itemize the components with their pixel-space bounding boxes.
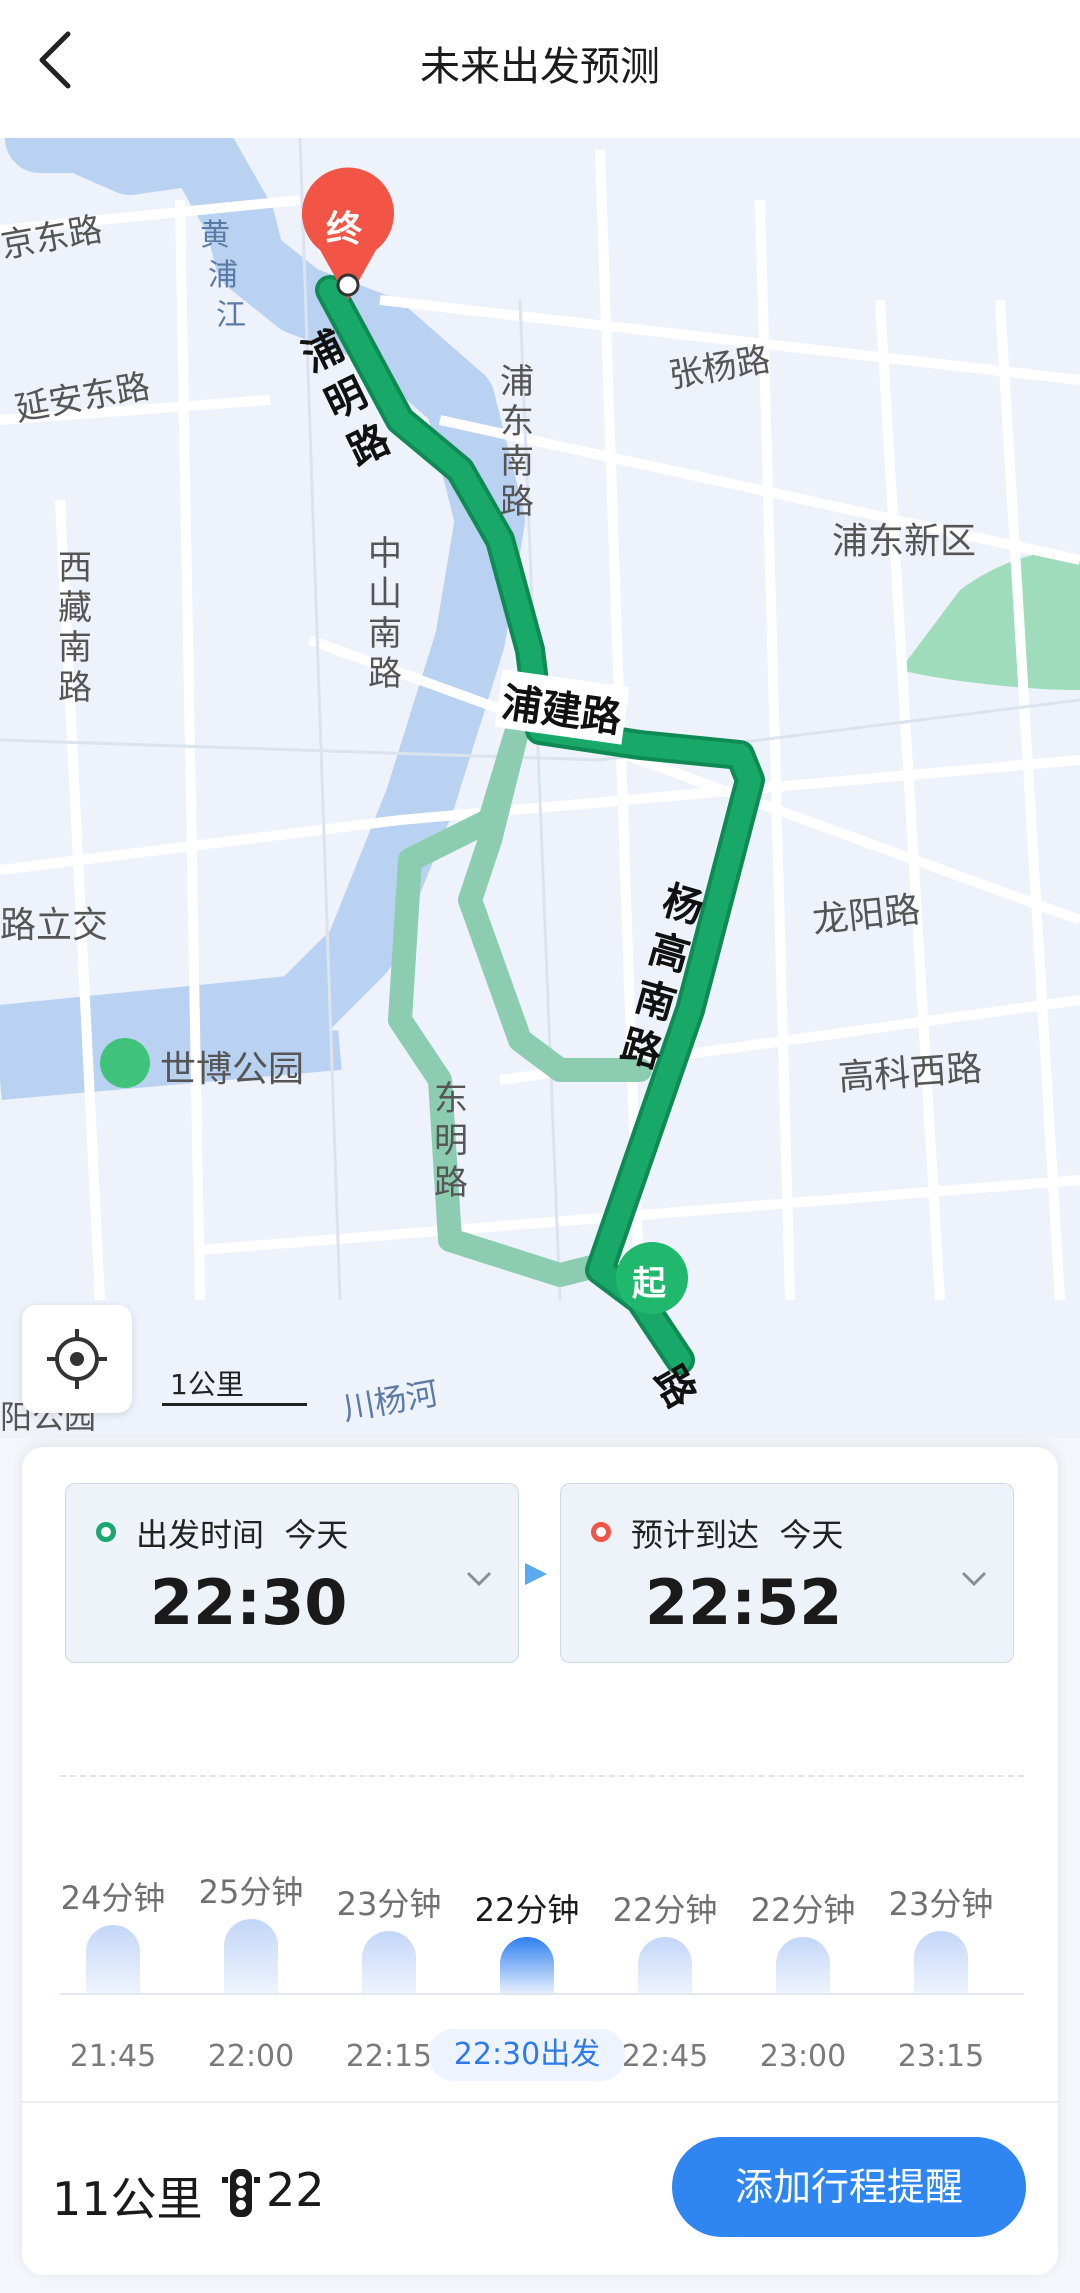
forecast-bar[interactable]	[638, 1937, 692, 1993]
forecast-time-label[interactable]: 23:15	[876, 2039, 1006, 2074]
forecast-duration-label: 24分钟	[60, 1879, 166, 1917]
forecast-duration-label: 22分钟	[750, 1891, 856, 1929]
chevron-down-icon	[961, 1571, 987, 1587]
green-area	[900, 551, 1080, 690]
forecast-time-label[interactable]: 22:00	[186, 2039, 316, 2074]
forecast-time-label[interactable]: 22:30出发	[429, 2029, 625, 2081]
scale-label: 1公里	[170, 1368, 244, 1401]
arrow-right-icon	[525, 1563, 547, 1585]
forecast-time-label[interactable]: 23:00	[738, 2039, 868, 2074]
chart-gridline	[60, 1775, 1024, 1777]
add-trip-reminder-button[interactable]: 添加行程提醒	[672, 2137, 1026, 2237]
forecast-duration-label: 22分钟	[612, 1891, 718, 1929]
chart-baseline	[60, 1993, 1024, 1995]
arrive-time: 22:52	[645, 1566, 843, 1639]
forecast-time-label[interactable]: 22:45	[600, 2039, 730, 2074]
map-canvas	[0, 138, 1080, 1375]
forecast-bar[interactable]	[500, 1937, 554, 1993]
forecast-duration-label: 25分钟	[198, 1873, 304, 1911]
locate-button[interactable]	[22, 1305, 132, 1413]
route-map[interactable]: 京东路 黄 浦 江 延安东路 张杨路 浦东南路 西藏南路 中山南路 浦东新区 浦…	[0, 138, 1080, 1438]
page-title: 未来出发预测	[420, 44, 660, 90]
forecast-bar[interactable]	[362, 1931, 416, 1993]
divider	[22, 2101, 1058, 2103]
traffic-light-icon	[222, 2169, 260, 2217]
header: 未来出发预测	[0, 0, 1080, 138]
forecast-bar[interactable]	[776, 1937, 830, 1993]
arrive-label: 预计到达 今天	[631, 1516, 844, 1554]
depart-label: 出发时间 今天	[136, 1516, 349, 1554]
start-pin	[616, 1242, 688, 1314]
scale-bar	[162, 1403, 307, 1406]
depart-dot-icon	[96, 1522, 116, 1542]
alt-route-2	[458, 708, 652, 1082]
depart-time: 22:30	[150, 1566, 348, 1639]
forecast-duration-label: 23分钟	[888, 1885, 994, 1923]
depart-time-card[interactable]: 出发时间 今天 22:30	[65, 1483, 519, 1663]
forecast-time-label[interactable]: 21:45	[48, 2039, 178, 2074]
arrive-time-card[interactable]: 预计到达 今天 22:52	[560, 1483, 1014, 1663]
forecast-bar[interactable]	[914, 1931, 968, 1993]
arrive-dot-icon	[591, 1522, 611, 1542]
map-scale: 1公里	[160, 1363, 310, 1406]
forecast-duration-label: 22分钟	[474, 1891, 580, 1929]
crosshair-icon	[47, 1329, 107, 1389]
route-distance: 11公里	[52, 2172, 203, 2226]
chevron-down-icon	[466, 1571, 492, 1587]
forecast-panel: 出发时间 今天 22:30 预计到达 今天 22:52 24分钟 21:45 25分…	[22, 1447, 1058, 2275]
forecast-bar[interactable]	[224, 1919, 278, 1993]
forecast-bar[interactable]	[86, 1925, 140, 1993]
traffic-lights-value: 22	[266, 2163, 325, 2217]
forecast-duration-label: 23分钟	[336, 1885, 442, 1923]
